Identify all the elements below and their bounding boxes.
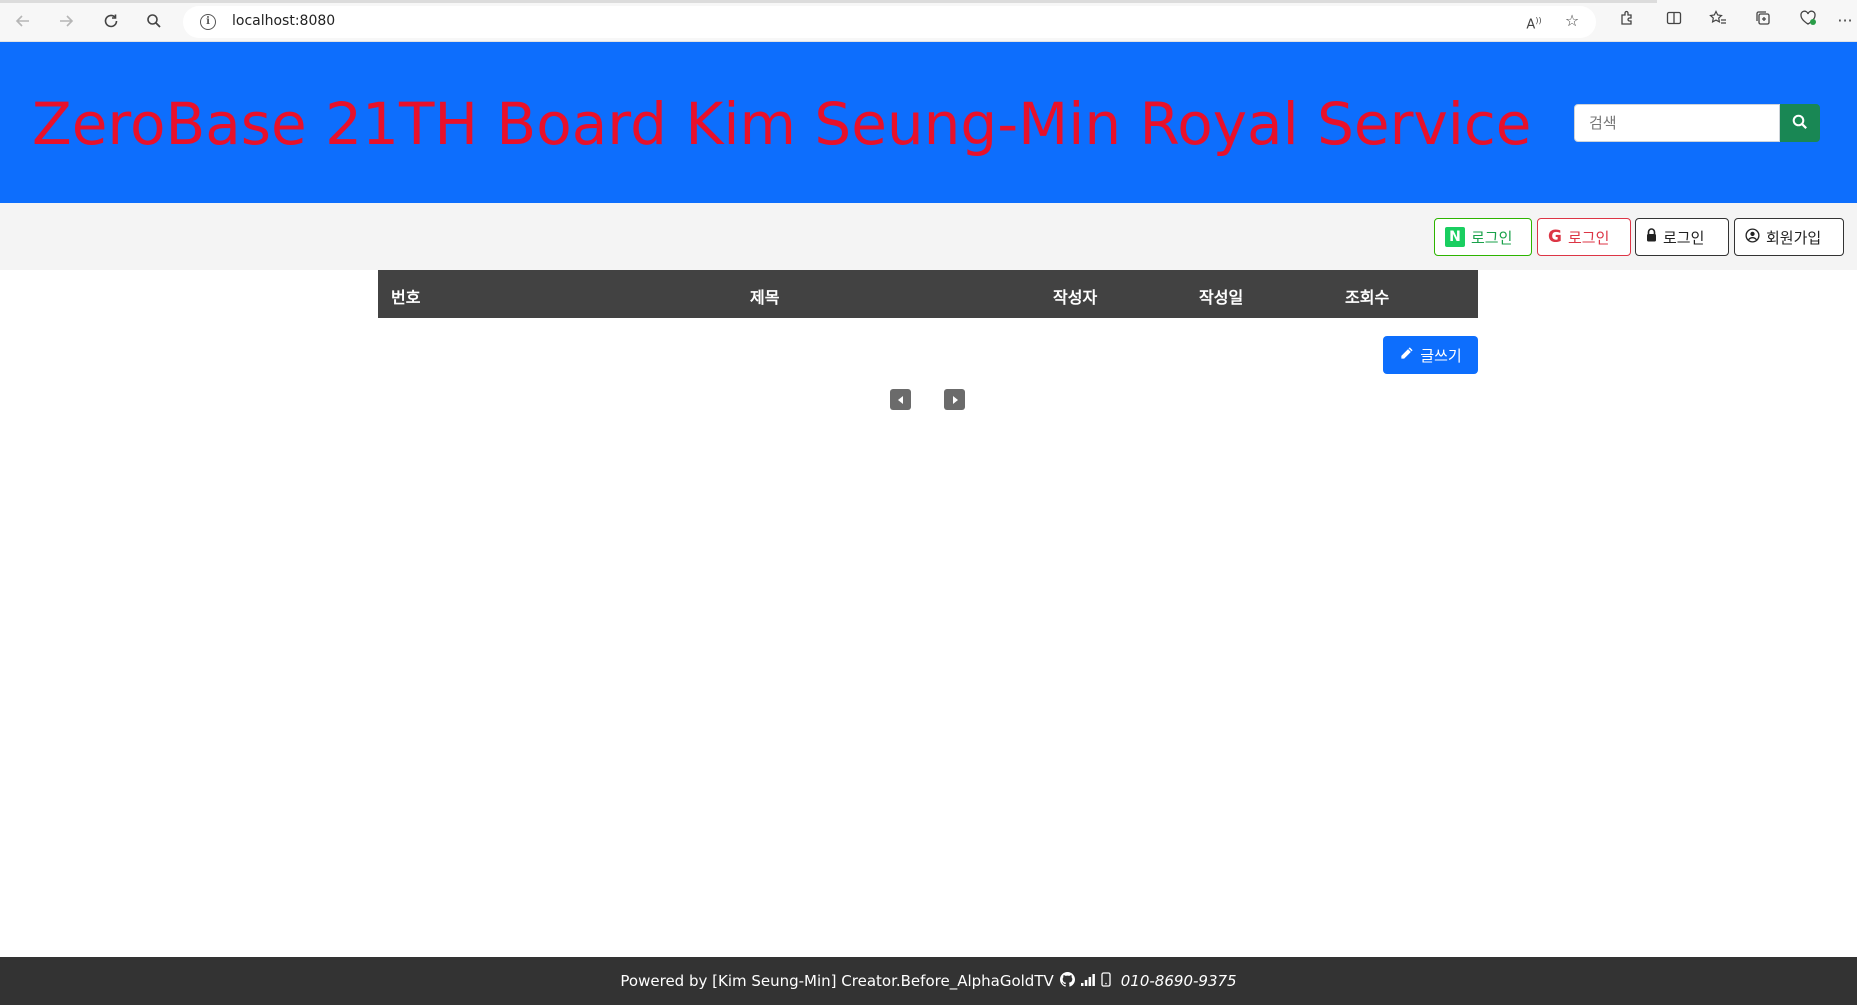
login-label: 로그인	[1663, 228, 1705, 247]
more-options-icon[interactable]: ···	[1833, 9, 1857, 33]
address-bar[interactable]: i localhost:8080	[183, 6, 1596, 38]
next-page-button[interactable]	[944, 389, 965, 410]
board-table-header: 번호 제목 작성자 작성일 조회수	[378, 270, 1478, 318]
column-title: 제목	[750, 288, 780, 307]
footer-credit: Powered by [Kim Seung-Min] Creator.Befor…	[620, 972, 1054, 990]
favorite-star-icon[interactable]: ☆	[1560, 9, 1584, 33]
site-footer: Powered by [Kim Seung-Min] Creator.Befor…	[0, 957, 1857, 1005]
caret-right-icon	[950, 390, 960, 409]
auth-bar: N 로그인 G 로그인 로그인 회원가입	[0, 203, 1857, 270]
favorites-list-icon[interactable]	[1706, 9, 1730, 33]
naver-login-button[interactable]: N 로그인	[1434, 218, 1532, 256]
search-button[interactable]	[1780, 104, 1820, 142]
user-circle-icon	[1745, 227, 1760, 247]
signup-button[interactable]: 회원가입	[1734, 218, 1844, 256]
url-text: localhost:8080	[232, 13, 336, 29]
split-screen-icon[interactable]	[1662, 9, 1686, 33]
tab-strip	[0, 0, 1657, 3]
site-info-icon[interactable]: i	[200, 14, 216, 30]
forward-icon[interactable]	[52, 7, 80, 35]
browser-essentials-icon[interactable]	[1796, 9, 1820, 33]
reload-icon[interactable]	[97, 7, 125, 35]
naver-login-label: 로그인	[1471, 228, 1513, 247]
extensions-icon[interactable]	[1615, 9, 1639, 33]
google-icon: G	[1548, 227, 1562, 247]
column-date: 작성일	[1199, 288, 1244, 307]
google-login-label: 로그인	[1567, 228, 1610, 247]
search-form	[1574, 104, 1820, 142]
signal-icon	[1080, 972, 1095, 990]
search-icon	[1792, 114, 1808, 133]
collections-icon[interactable]	[1751, 9, 1775, 33]
signup-label: 회원가입	[1766, 228, 1822, 247]
browser-toolbar: i localhost:8080 A)) ☆ ···	[0, 0, 1857, 42]
site-header: ZeroBase 21TH Board Kim Seung-Min Royal …	[0, 42, 1857, 203]
naver-icon: N	[1445, 227, 1465, 247]
column-number: 번호	[391, 288, 421, 307]
pencil-icon	[1399, 346, 1414, 365]
caret-left-icon	[896, 390, 906, 409]
footer-phone: 010-8690-9375	[1120, 972, 1237, 990]
google-login-button[interactable]: G 로그인	[1537, 218, 1631, 256]
github-icon[interactable]	[1059, 971, 1075, 991]
search-icon[interactable]	[140, 7, 168, 35]
prev-page-button[interactable]	[890, 389, 911, 410]
site-title[interactable]: ZeroBase 21TH Board Kim Seung-Min Royal …	[32, 90, 1531, 158]
phone-icon	[1101, 971, 1111, 991]
back-icon[interactable]	[9, 7, 37, 35]
write-post-button[interactable]: 글쓰기	[1383, 336, 1478, 374]
write-post-label: 글쓰기	[1420, 346, 1462, 365]
column-author: 작성자	[1053, 288, 1098, 307]
lock-icon	[1646, 228, 1657, 246]
login-button[interactable]: 로그인	[1635, 218, 1729, 256]
search-input[interactable]	[1574, 104, 1780, 142]
read-aloud-icon[interactable]: A))	[1522, 9, 1546, 33]
column-views: 조회수	[1345, 288, 1390, 307]
